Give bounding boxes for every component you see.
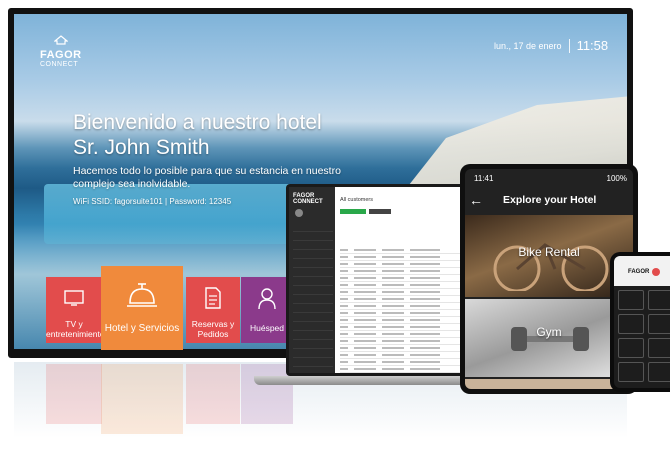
tile-tv-entertainment[interactable]: TV y entretenimiento: [46, 277, 105, 343]
tv-clock: lun., 17 de enero 11:58: [494, 38, 608, 53]
fagor-connect-logo: FAGOR CONNECT: [40, 32, 82, 69]
brand-mark-icon: [652, 268, 660, 276]
sidebar-item[interactable]: [293, 349, 333, 358]
grid-item[interactable]: [648, 338, 670, 358]
table-row[interactable]: [340, 268, 460, 275]
back-arrow-icon[interactable]: ←: [465, 192, 487, 208]
laptop-brand: FAGOR CONNECT: [293, 193, 323, 205]
card-label: Gym: [536, 325, 562, 339]
tile-hotel-services[interactable]: Hotel y Servicios: [101, 266, 183, 350]
avatar: [295, 209, 303, 217]
table-row[interactable]: [340, 324, 460, 331]
table-row[interactable]: [340, 282, 460, 289]
grid-item[interactable]: [648, 362, 670, 382]
sidebar-item[interactable]: [293, 313, 333, 322]
status-battery: 100%: [606, 174, 627, 183]
grid-item[interactable]: [618, 314, 644, 334]
status-bar: 11:41 100%: [474, 174, 627, 183]
table-row[interactable]: [340, 303, 460, 310]
laptop-frame: FAGOR CONNECT All customers: [286, 184, 466, 376]
sidebar-item[interactable]: [293, 277, 333, 286]
screen-icon: [64, 290, 84, 306]
table-row[interactable]: [340, 366, 460, 373]
date-label: lun., 17 de enero: [494, 40, 562, 51]
phone-menu-grid: [618, 290, 670, 382]
welcome-title: Bienvenido a nuestro hotel: [73, 111, 322, 134]
laptop-screen: FAGOR CONNECT All customers: [289, 187, 463, 373]
grid-item[interactable]: [618, 338, 644, 358]
table-row[interactable]: [340, 352, 460, 359]
card-next[interactable]: [465, 379, 633, 389]
sidebar-item[interactable]: [293, 295, 333, 304]
tile-reservations-orders[interactable]: Reservas y Pedidos: [186, 277, 240, 343]
table-row[interactable]: [340, 331, 460, 338]
grid-item[interactable]: [648, 290, 670, 310]
table-row[interactable]: [340, 254, 460, 261]
reflection-shape: [101, 364, 183, 434]
sidebar-item[interactable]: [293, 241, 333, 250]
sidebar-menu: [293, 223, 333, 373]
sidebar-item[interactable]: [293, 232, 333, 241]
service-bell-icon: [127, 283, 157, 307]
status-time: 11:41: [474, 174, 494, 183]
table-row[interactable]: [340, 310, 460, 317]
table-row[interactable]: [340, 359, 460, 366]
sidebar-item[interactable]: [293, 223, 333, 232]
brand-sub: CONNECT: [40, 61, 79, 68]
table-row[interactable]: [340, 317, 460, 324]
card-bike-rental[interactable]: Bike Rental: [465, 215, 633, 297]
grid-item[interactable]: [618, 290, 644, 310]
sidebar-item[interactable]: [293, 268, 333, 277]
sidebar-item[interactable]: [293, 286, 333, 295]
table-row[interactable]: [340, 296, 460, 303]
phone-header: FAGOR: [614, 256, 670, 286]
sidebar-item[interactable]: [293, 340, 333, 349]
table-row[interactable]: [340, 289, 460, 296]
table-row[interactable]: [340, 261, 460, 268]
table-row[interactable]: [340, 247, 460, 254]
sidebar-item[interactable]: [293, 331, 333, 340]
time-label: 11:58: [576, 38, 609, 53]
laptop-sidebar: FAGOR CONNECT: [289, 187, 335, 373]
table-row[interactable]: [340, 338, 460, 345]
card-gym[interactable]: Gym: [465, 299, 633, 377]
reflection-shape: [46, 364, 102, 424]
phone-brand: FAGOR: [628, 269, 650, 275]
clock-divider: [568, 38, 570, 53]
grid-item[interactable]: [648, 314, 670, 334]
page-title: All customers: [340, 197, 374, 203]
sidebar-item[interactable]: [293, 322, 333, 331]
page-title: Explore your Hotel: [503, 194, 597, 206]
document-icon: [205, 287, 221, 309]
tablet-screen: 11:41 100% ← Explore your Hotel Bike Ren…: [465, 169, 633, 389]
tile-label: Hotel y Servicios: [104, 323, 180, 334]
phone-screen: FAGOR: [614, 256, 670, 388]
table-row[interactable]: [340, 275, 460, 282]
tablet-header: ← Explore your Hotel: [465, 187, 633, 213]
house-icon: [53, 35, 69, 45]
guest-name: Sr. John Smith: [73, 136, 210, 159]
sidebar-item[interactable]: [293, 367, 333, 373]
tile-label: Reservas y Pedidos: [191, 319, 235, 339]
phone-frame: FAGOR: [610, 252, 670, 392]
brand-name: FAGOR: [40, 49, 82, 61]
tile-label: TV y entretenimiento: [46, 319, 105, 339]
laptop-base: [254, 376, 490, 385]
reflection-shape: [186, 364, 240, 424]
card-label: Bike Rental: [518, 245, 580, 259]
table-row[interactable]: [340, 345, 460, 352]
add-customer-button[interactable]: [340, 209, 366, 214]
grid-item[interactable]: [618, 362, 644, 382]
sidebar-item[interactable]: [293, 304, 333, 313]
sidebar-item[interactable]: [293, 259, 333, 268]
sidebar-item[interactable]: [293, 250, 333, 259]
export-button[interactable]: [369, 209, 391, 214]
sidebar-item[interactable]: [293, 358, 333, 367]
customers-table: [340, 247, 460, 373]
person-icon: [258, 288, 276, 310]
bike-image: [493, 243, 609, 291]
